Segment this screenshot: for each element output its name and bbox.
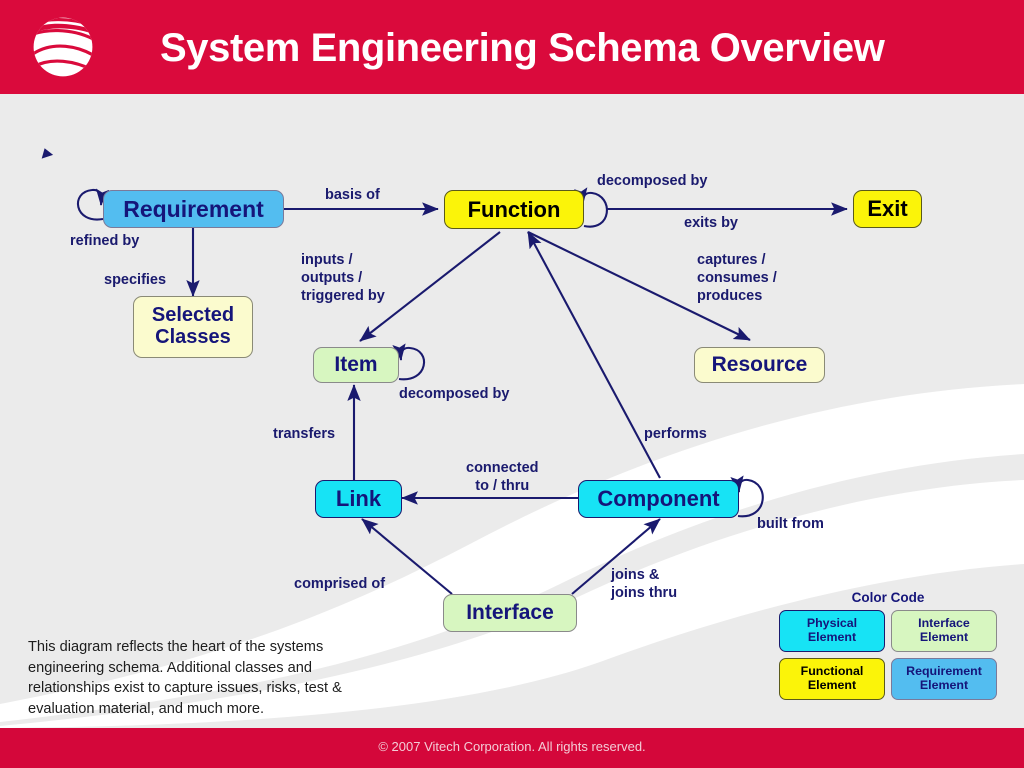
footer-banner: © 2007 Vitech Corporation. All rights re… [0,728,1024,768]
legend-item-physical-element: Physical Element [779,610,885,652]
edge-label-decomposed-by-function: decomposed by [597,173,708,189]
color-code-legend: Color Code Physical Element Interface El… [779,590,997,700]
legend-title: Color Code [851,590,925,605]
node-function[interactable]: Function [444,190,584,229]
edge-label-inputs-outputs: inputs / outputs / triggered by [301,252,385,305]
slide-root: System Engineering Schema Overview Requi… [0,0,1024,768]
copyright-text: © 2007 Vitech Corporation. All rights re… [378,739,646,754]
edge-label-refined-by: refined by [70,233,140,249]
globe-sphere-logo-icon [33,17,93,77]
node-component[interactable]: Component [578,480,739,518]
node-interface[interactable]: Interface [443,594,577,632]
node-link[interactable]: Link [315,480,402,518]
node-item[interactable]: Item [313,347,399,383]
node-resource[interactable]: Resource [694,347,825,383]
edge-label-exits-by: exits by [684,215,738,231]
header-banner: System Engineering Schema Overview [0,0,1024,94]
edge-label-basis-of: basis of [325,187,380,203]
node-exit[interactable]: Exit [853,190,922,228]
legend-item-interface-element: Interface Element [891,610,997,652]
edge-label-joins-thru: joins & joins thru [611,567,678,602]
legend-grid: Physical Element Interface Element Funct… [779,610,997,700]
edge-label-captures-consumes: captures / consumes / produces [697,252,777,305]
node-selected-classes[interactable]: Selected Classes [133,296,253,358]
edge-label-performs: performs [644,426,707,442]
node-requirement[interactable]: Requirement [103,190,284,228]
diagram-caption: This diagram reflects the heart of the s… [28,639,342,718]
legend-item-functional-element: Functional Element [779,658,885,700]
edge-label-specifies: specifies [104,272,167,288]
legend-item-requirement-element: Requirement Element [891,658,997,700]
edge-label-built-from: built from [757,516,824,532]
edge-label-transfers: transfers [273,426,336,442]
page-title: System Engineering Schema Overview [160,26,885,70]
edge-label-comprised-of: comprised of [294,576,386,592]
edge-label-decomposed-by-item: decomposed by [399,386,510,402]
edge-label-connected-to-thru: connected to / thru [466,460,539,495]
